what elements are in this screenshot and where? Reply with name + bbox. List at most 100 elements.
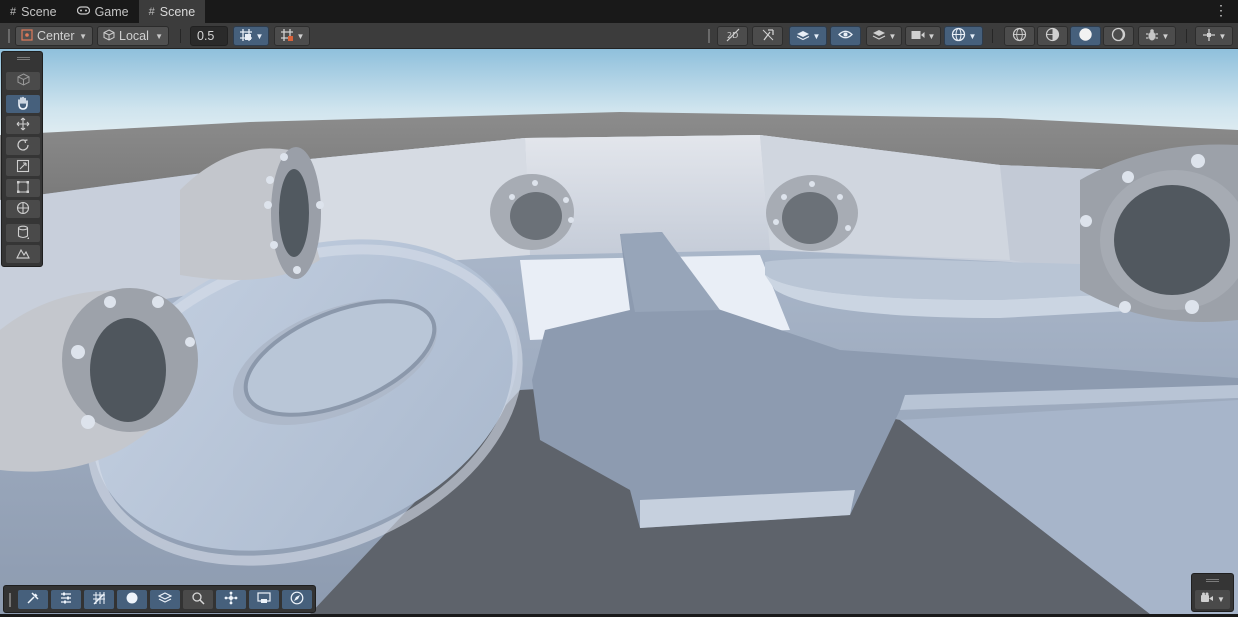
gizmo-sphere-icon [951,27,966,45]
pivot-rotation-label: Local [119,29,149,43]
hand-tool-button[interactable] [6,95,40,113]
grid-visibility-toggle[interactable]: ▼ [274,26,310,46]
layers-effect-icon [796,28,810,45]
shaded-button[interactable] [1070,26,1101,46]
lighting-toggle[interactable] [752,26,783,46]
tab-bar: # Scene Game # Scene ⋮ [0,0,1238,23]
more-options-icon[interactable]: ⋮ [1214,2,1228,19]
move-tool-button[interactable] [6,116,40,134]
component-tools-dropdown[interactable]: ▼ [1195,26,1233,46]
toolbar-separator [1186,29,1187,43]
toolbar-grip[interactable] [8,29,10,43]
move-nodes-icon [1202,28,1216,45]
rotate-icon [16,138,30,155]
toolbar-grip[interactable] [708,29,710,43]
tab-label: Scene [21,4,57,19]
rect-transform-icon [16,180,30,197]
chevron-down-icon: ▼ [1218,31,1227,41]
search-overlay-button[interactable] [183,590,213,609]
tools-icon [26,591,40,608]
rect-tool-button[interactable] [6,179,40,197]
transform-tool-button[interactable] [6,200,40,218]
hash-icon: # [10,5,17,18]
tab-scene-1[interactable]: # Scene [0,0,67,23]
tab-game[interactable]: Game [67,0,139,23]
nodes-icon [224,591,238,608]
hand-icon [16,96,30,113]
overlay-toolbar [3,585,316,613]
scene-render [0,49,1238,614]
rotate-tool-button[interactable] [6,137,40,155]
grid-lines-icon [92,591,106,608]
pivot-mode-label: Center [37,29,75,43]
grid-snap-toggle[interactable]: ▼ [233,26,269,46]
unlit-shading-button[interactable] [1103,26,1134,46]
custom-tool-button[interactable] [6,224,40,242]
compass-icon [290,591,304,608]
snap-increment-field[interactable]: 0.5 [190,26,228,46]
search-icon [191,591,205,608]
orientation-overlay-button[interactable] [150,590,180,609]
wireframe-shading-button[interactable] [1004,26,1035,46]
scene-visibility-toggle[interactable] [830,26,861,46]
shaded-wireframe-button[interactable] [1037,26,1068,46]
tab-label: Game [94,4,129,19]
move-icon [16,117,30,134]
video-camera-icon [1200,592,1214,607]
scene-graph-overlay-button[interactable] [216,590,246,609]
gizmos-dropdown[interactable]: ▼ [944,26,983,46]
light-slash-icon [761,28,775,45]
chevron-down-icon: ▼ [968,31,977,41]
tab-label: Scene [159,4,196,19]
transform-icon [16,201,30,218]
hash-icon: # [148,5,155,18]
terrain-tool-button[interactable] [6,245,40,263]
snap-increment-value: 0.5 [197,29,215,43]
toggle-2d-button[interactable]: 2D [717,26,748,46]
overlay-drag-handle[interactable] [17,57,30,60]
chevron-down-icon: ▼ [927,31,936,41]
pivot-mode-dropdown[interactable]: Center ▼ [15,26,93,46]
camera-mode-dropdown[interactable]: ▼ [1195,590,1230,609]
chevron-down-icon: ▼ [296,31,305,41]
chevron-down-icon: ▼ [1161,31,1170,41]
cylinder-icon [16,225,30,242]
camera-settings-dropdown[interactable]: ▼ [905,26,941,46]
scale-icon [16,159,30,176]
navigation-overlay-button[interactable] [282,590,312,609]
tab-scene-2[interactable]: # Scene [138,0,206,23]
layers-dropdown[interactable]: ▼ [866,26,902,46]
camera-icon [911,29,925,43]
pivot-rotation-dropdown[interactable]: Local ▼ [97,26,169,46]
pivot-center-icon [21,28,33,44]
cube-icon [103,28,115,44]
grid-icon [280,28,294,45]
scene-viewport[interactable] [0,49,1238,614]
lighting-overlay-button[interactable] [117,590,147,609]
eye-icon [838,29,853,43]
wireframe-sphere-icon [1012,27,1027,45]
view-tool-button[interactable] [6,72,40,90]
tools-overlay [1,51,43,267]
terrain-icon [16,246,30,263]
solid-sphere-icon [1078,27,1093,45]
overlay-drag-handle[interactable] [9,593,11,607]
chevron-down-icon: ▼ [255,31,264,41]
overlay-drag-handle[interactable] [1206,579,1219,582]
chevron-down-icon: ▼ [812,31,821,41]
2d-icon: 2D [726,28,740,45]
solid-sphere-icon [125,591,139,608]
debug-draw-mode-dropdown[interactable]: ▼ [1138,26,1176,46]
camera-preview-icon [257,591,271,608]
grid-snapping-overlay-button[interactable] [51,590,81,609]
layers-icon [872,29,886,44]
gamepad-icon [76,5,90,18]
chevron-down-icon: ▼ [888,31,897,41]
camera-overlay-button[interactable] [249,590,279,609]
chevron-down-icon: ▼ [155,31,163,41]
sliders-icon [59,591,73,608]
audio-effects-toggle[interactable]: ▼ [789,26,827,46]
scale-tool-button[interactable] [6,158,40,176]
tool-settings-overlay-button[interactable] [18,590,48,609]
grid-overlay-button[interactable] [84,590,114,609]
